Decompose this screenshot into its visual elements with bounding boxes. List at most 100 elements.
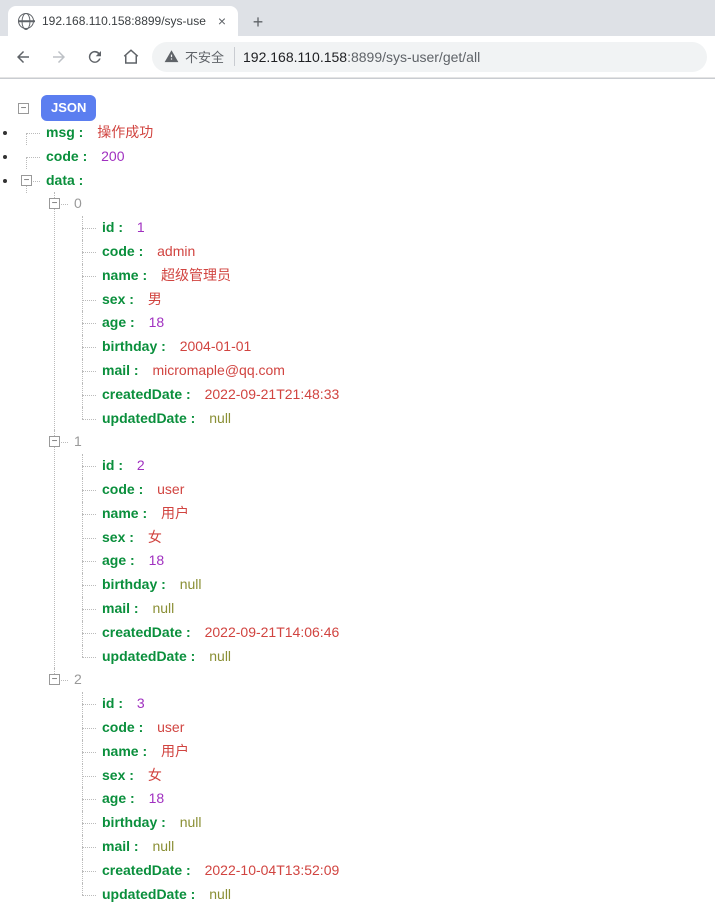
json-node: data : [46,172,93,188]
json-property: createdDate : 2022-09-21T21:48:33 [102,386,339,402]
json-key: sex [102,767,125,783]
json-property: updatedDate : null [102,410,231,426]
home-button[interactable] [116,42,146,72]
json-node: 2 [74,671,82,687]
json-key: msg [46,124,75,140]
json-value: null [209,648,231,664]
json-property: code : user [102,719,184,735]
json-value: null [180,814,202,830]
json-key: id [102,219,114,235]
json-value: null [152,838,174,854]
browser-tab[interactable]: 192.168.110.158:8899/sys-use × [8,6,238,36]
json-key: code [102,719,135,735]
json-value: null [180,576,202,592]
warning-icon [164,49,179,64]
url-path: /sys-user/get/all [382,49,480,65]
back-button[interactable] [8,42,38,72]
json-value: 2022-09-21T21:48:33 [205,386,340,402]
forward-button[interactable] [44,42,74,72]
json-property: age : 18 [102,790,164,806]
json-key: name [102,267,139,283]
json-tree: msg : 操作成功code : 200−data : −0id : 1code… [18,121,715,906]
json-value: user [157,719,184,735]
json-key: birthday [102,814,157,830]
json-value: 女 [148,529,162,545]
address-bar[interactable]: 不安全 192.168.110.158:8899/sys-user/get/al… [152,42,707,72]
json-key: age [102,552,126,568]
json-property: name : 用户 [102,505,189,521]
json-property: updatedDate : null [102,886,231,902]
json-key: mail [102,362,130,378]
json-key: code [102,481,135,497]
collapse-toggle[interactable]: − [49,674,60,685]
json-property: mail : null [102,600,174,616]
json-property: sex : 男 [102,291,162,307]
json-property: sex : 女 [102,767,162,783]
json-property: birthday : 2004-01-01 [102,338,251,354]
collapse-toggle[interactable]: − [21,175,32,186]
url-host: 192.168.110.158 [243,49,347,65]
json-key: data [46,172,75,188]
json-value: 3 [137,695,145,711]
json-value: 超级管理员 [161,267,231,283]
json-value: null [209,886,231,902]
arrow-right-icon [50,48,68,66]
json-value: admin [157,243,195,259]
json-key: updatedDate [102,648,187,664]
json-property: birthday : null [102,814,201,830]
collapse-toggle[interactable]: − [49,436,60,447]
browser-chrome: 192.168.110.158:8899/sys-use × + 不安全 192… [0,0,715,79]
json-key: birthday [102,338,157,354]
insecure-label: 不安全 [185,47,224,66]
close-icon[interactable]: × [216,13,228,29]
json-key: id [102,457,114,473]
json-key: name [102,743,139,759]
collapse-toggle[interactable]: − [49,198,60,209]
toolbar: 不安全 192.168.110.158:8899/sys-user/get/al… [0,36,715,78]
json-property: code : admin [102,243,195,259]
json-value: 200 [101,148,124,164]
json-property: id : 1 [102,219,145,235]
tab-title: 192.168.110.158:8899/sys-use [42,14,208,28]
new-tab-button[interactable]: + [244,8,272,36]
json-property: id : 3 [102,695,145,711]
json-property: name : 超级管理员 [102,267,231,283]
json-value: micromaple@qq.com [152,362,284,378]
json-key: name [102,505,139,521]
json-value: 2 [137,457,145,473]
json-key: age [102,790,126,806]
json-key: id [102,695,114,711]
json-key: createdDate [102,862,182,878]
json-property: msg : 操作成功 [46,124,153,140]
reload-button[interactable] [80,42,110,72]
url-text: 192.168.110.158:8899/sys-user/get/all [243,49,480,65]
json-property: sex : 女 [102,529,162,545]
json-property: updatedDate : null [102,648,231,664]
json-value: 2022-09-21T14:06:46 [205,624,340,640]
json-key: sex [102,529,125,545]
json-property: id : 2 [102,457,145,473]
json-property: createdDate : 2022-10-04T13:52:09 [102,862,339,878]
json-value: 用户 [161,743,189,759]
json-property: createdDate : 2022-09-21T14:06:46 [102,624,339,640]
json-property: mail : null [102,838,174,854]
json-value: 用户 [161,505,189,521]
tab-bar: 192.168.110.158:8899/sys-use × + [0,0,715,36]
json-key: updatedDate [102,886,187,902]
json-key: age [102,314,126,330]
json-property: birthday : null [102,576,201,592]
home-icon [122,48,140,66]
json-key: createdDate [102,386,182,402]
json-key: code [46,148,79,164]
collapse-toggle[interactable]: − [18,103,29,114]
json-value: 2022-10-04T13:52:09 [205,862,340,878]
json-property: name : 用户 [102,743,189,759]
json-key: mail [102,600,130,616]
json-value: 18 [149,790,165,806]
json-badge: JSON [41,95,96,121]
json-value: null [209,410,231,426]
security-indicator[interactable]: 不安全 [164,47,235,66]
json-value: 操作成功 [97,124,153,140]
json-viewer: − JSON msg : 操作成功code : 200−data : −0id … [0,79,715,916]
json-property: age : 18 [102,552,164,568]
